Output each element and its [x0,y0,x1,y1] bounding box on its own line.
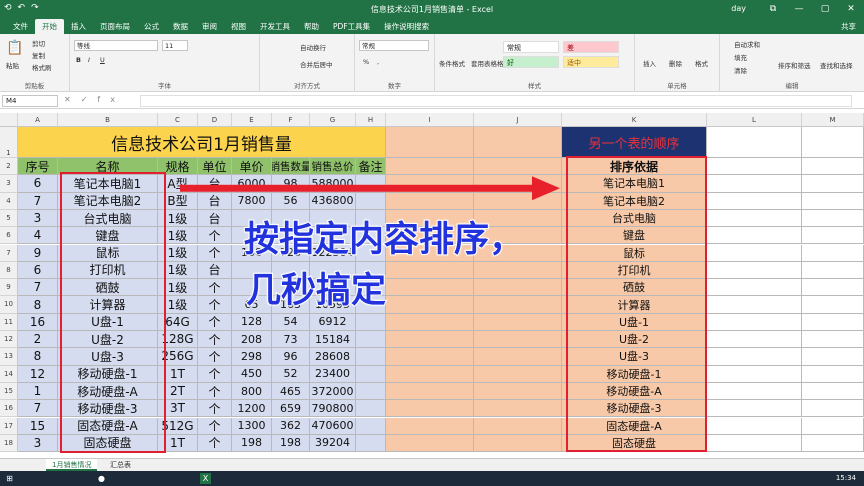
clipboard-group: 📋 粘贴 剪切 复制 格式刷 剪贴板 [0,34,70,92]
paste-button[interactable]: 粘贴 [6,60,19,70]
arrow-head [532,176,560,201]
style-normal[interactable]: 常规 [503,41,559,53]
sheet-tabs-bar: 1月销售情况 汇总表 [0,458,864,471]
copy-button[interactable]: 复制 [32,50,45,60]
merge-center-button[interactable]: 合并后居中 [300,59,333,69]
font-name-select[interactable]: 等线 [74,40,158,51]
formula-bar: M4 ✕✓fx [0,92,864,109]
tab-developer[interactable]: 开发工具 [253,19,297,34]
sheet-tab-january[interactable]: 1月销售情况 [46,459,98,471]
tell-me-search[interactable]: 操作说明搜索 [377,19,436,34]
styles-group: 条件格式 套用表格格式 常规 差 好 适中 样式 [435,34,635,92]
number-format-select[interactable]: 常规 [359,40,429,51]
font-group: 等线 11 B I U 字体 [70,34,260,92]
editing-label: 编辑 [785,82,799,90]
formula-bar-buttons[interactable]: ✕✓fx [64,95,125,104]
fill-button[interactable]: 填充 [734,52,747,62]
fx-icon[interactable]: fx [97,95,125,104]
taskbar-clock: 15:34 [835,474,856,482]
clipboard-label: 剪贴板 [24,82,45,90]
number-group: 常规 % , 数字 [355,34,435,92]
window-controls: ⧉ — ▢ ✕ [760,0,864,18]
insert-cells-button[interactable]: 插入 [643,58,656,68]
comma-button[interactable]: , [377,58,379,66]
worksheet-grid[interactable]: A B C D E F G H I J K L M 1 2 3 4 5 6 7 8 9 10 11 12 13 14 15 16 17 18… [0,113,864,458]
overlay-text-line2: 几秒搞定 [245,270,387,312]
cells-group: 插入 删除 格式 单元格 [635,34,720,92]
windows-taskbar: ⊞ ● X 15:34 [0,471,864,486]
sheet-tab-summary[interactable]: 汇总表 [104,459,137,471]
tab-formulas[interactable]: 公式 [137,19,166,34]
red-arrow [180,176,560,201]
tab-review[interactable]: 审阅 [195,19,224,34]
tab-file[interactable]: 文件 [6,19,35,34]
conditional-format-button[interactable]: 条件格式 [439,58,465,68]
excel-window: ⟲ ↶ ↷ 信息技术公司1月销售清单 - Excel day ⧉ — ▢ ✕ 文… [0,0,864,486]
excel-taskbar-icon[interactable]: X [200,473,211,484]
alignment-group: 自动换行 合并后居中 对齐方式 [260,34,355,92]
cells-label: 单元格 [667,82,687,90]
number-label: 数字 [388,82,401,90]
tab-data[interactable]: 数据 [166,19,195,34]
styles-label: 样式 [528,82,541,90]
tab-pdf-tools[interactable]: PDF工具集 [326,19,377,34]
ribbon-tabs: 文件 开始 插入 页面布局 公式 数据 审阅 视图 开发工具 帮助 PDF工具集… [0,18,864,34]
tab-page-layout[interactable]: 页面布局 [93,19,137,34]
italic-button[interactable]: I [88,56,90,64]
clear-button[interactable]: 清除 [734,65,747,75]
ribbon: 📋 粘贴 剪切 复制 格式刷 剪贴板 等线 11 B I U 字体 自动换行 合… [0,34,864,92]
share-button[interactable]: 共享 [841,19,864,34]
tab-help[interactable]: 帮助 [297,19,326,34]
tab-insert[interactable]: 插入 [64,19,93,34]
ribbon-display-icon[interactable]: ⧉ [760,0,786,18]
cut-button[interactable]: 剪切 [32,38,45,48]
underline-button[interactable]: U [100,56,105,64]
autosum-button[interactable]: 自动求和 [734,39,760,49]
style-neutral[interactable]: 适中 [563,56,619,68]
tab-view[interactable]: 视图 [224,19,253,34]
find-select-button[interactable]: 查找和选择 [820,60,853,70]
formula-input[interactable] [140,95,852,107]
arrow-shaft [180,184,534,192]
style-good[interactable]: 好 [503,56,559,68]
tab-home[interactable]: 开始 [35,19,64,34]
paste-icon[interactable]: 📋 [6,40,23,56]
overlay-text-line1: 按指定内容排序， [243,219,525,261]
browser-icon[interactable]: ● [96,473,107,484]
title-bar: ⟲ ↶ ↷ 信息技术公司1月销售清单 - Excel day ⧉ — ▢ ✕ [0,0,864,18]
font-size-select[interactable]: 11 [162,40,188,51]
sort-filter-button[interactable]: 排序和筛选 [778,60,811,70]
windows-start-icon[interactable]: ⊞ [4,473,15,484]
maximize-button[interactable]: ▢ [812,0,838,18]
bold-button[interactable]: B [76,56,81,64]
close-button[interactable]: ✕ [838,0,864,18]
wrap-text-button[interactable]: 自动换行 [300,42,326,52]
format-cells-button[interactable]: 格式 [695,58,708,68]
style-bad[interactable]: 差 [563,41,619,53]
minimize-button[interactable]: — [786,0,812,18]
percent-button[interactable]: % [363,58,369,66]
format-painter-button[interactable]: 格式刷 [32,62,52,72]
user-name[interactable]: day [731,4,746,13]
alignment-label: 对齐方式 [294,82,320,90]
delete-cells-button[interactable]: 删除 [669,58,682,68]
name-box[interactable]: M4 [2,95,58,107]
editing-group: 自动求和 填充 清除 排序和筛选 查找和选择 编辑 [720,34,864,92]
font-label: 字体 [158,82,171,90]
